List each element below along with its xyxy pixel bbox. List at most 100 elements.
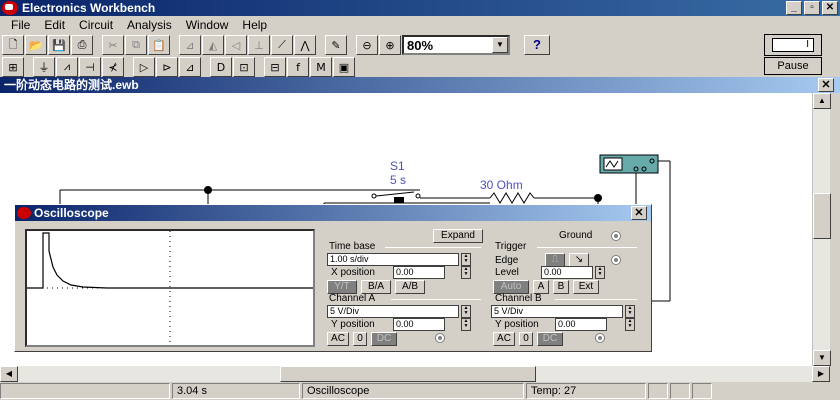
restore-button[interactable]: ▫ (804, 1, 820, 15)
menu-file[interactable]: File (4, 18, 37, 32)
channel-a-ypos-spinner[interactable]: ▲ ▼ (461, 318, 471, 331)
oscilloscope-close-button[interactable]: ✕ (631, 206, 647, 220)
level-spinner[interactable]: ▲ ▼ (595, 266, 605, 279)
logic-gates-bin-icon[interactable]: D (210, 57, 232, 77)
trigger-terminal[interactable] (611, 255, 621, 265)
chevron-down-icon[interactable]: ▼ (492, 37, 508, 53)
help-button[interactable]: ? (524, 35, 550, 55)
cut-icon[interactable]: ✂ (102, 35, 124, 55)
x-position-spinner[interactable]: ▲ ▼ (461, 266, 471, 279)
channel-b-ypos-spinner[interactable]: ▲ ▼ (625, 318, 635, 331)
scroll-down-icon[interactable]: ▼ (813, 350, 831, 366)
minimize-button[interactable]: _ (786, 1, 802, 15)
print-icon[interactable]: ⎙ (71, 35, 93, 55)
channel-b-terminal[interactable] (595, 333, 605, 343)
channel-a-scale-field[interactable]: 5 V/Div (327, 305, 459, 318)
menu-analysis[interactable]: Analysis (120, 18, 179, 32)
graph-icon[interactable]: ⋀ (294, 35, 316, 55)
resistor-30-ohm[interactable] (420, 192, 600, 204)
transistors-bin-icon[interactable]: ⊀ (102, 57, 124, 77)
rotate-icon[interactable]: ⊿ (179, 35, 201, 55)
flip-horizontal-icon[interactable]: ◭ (202, 35, 224, 55)
sources-bin-icon[interactable]: ⏚ (33, 57, 55, 77)
diodes-bin-icon[interactable]: ⊣ (79, 57, 101, 77)
timebase-spinner[interactable]: ▲ ▼ (461, 253, 471, 266)
zoom-out-icon[interactable]: ⊖ (356, 35, 378, 55)
copy-icon[interactable]: ⧉ (125, 35, 147, 55)
oscilloscope-dialog: Oscilloscope ✕ Expand Ground Time base 1… (14, 204, 652, 352)
open-folder-icon[interactable]: 📂 (25, 35, 47, 55)
scroll-left-icon[interactable]: ◀ (0, 366, 18, 382)
menu-edit[interactable]: Edit (37, 18, 72, 32)
oscilloscope-instrument-icon[interactable] (599, 154, 659, 174)
pause-button[interactable]: Pause (764, 57, 822, 75)
menu-circuit[interactable]: Circuit (72, 18, 120, 32)
new-file-icon[interactable]: 🗋 (2, 35, 24, 55)
switch-name-label: S1 (390, 159, 405, 173)
mode-ab-button[interactable]: A/B (395, 280, 425, 294)
horizontal-scroll-thumb[interactable] (280, 366, 536, 382)
save-icon[interactable]: 💾 (48, 35, 70, 55)
mode-ba-button[interactable]: B/A (361, 280, 391, 294)
miscellaneous-bin-icon[interactable]: M (310, 57, 332, 77)
oscilloscope-title-bar[interactable]: Oscilloscope ✕ (15, 205, 651, 221)
channel-b-dc-button[interactable]: DC (537, 332, 563, 346)
component-properties-icon[interactable]: ⊥ (248, 35, 270, 55)
vertical-scroll-thumb[interactable] (813, 193, 831, 239)
trigger-auto-button[interactable]: Auto (493, 280, 529, 294)
channel-b-ac-button[interactable]: AC (493, 332, 515, 346)
digital-ics-bin-icon[interactable]: ⊿ (179, 57, 201, 77)
scroll-right-icon[interactable]: ▶ (812, 366, 830, 382)
paste-icon[interactable]: 📋 (148, 35, 170, 55)
mixed-ics-bin-icon[interactable]: ⊳ (156, 57, 178, 77)
channel-a-ac-button[interactable]: AC (327, 332, 349, 346)
mode-yt-button[interactable]: Y/T (327, 280, 357, 294)
oscilloscope-screen (25, 229, 315, 347)
ewb-logo-icon (17, 207, 31, 219)
zoom-select[interactable]: 80% ▼ (402, 35, 510, 55)
x-position-field[interactable]: 0.00 (393, 266, 445, 279)
edge-falling-icon[interactable]: ↘ (569, 253, 589, 267)
indicators-bin-icon[interactable]: ⊟ (264, 57, 286, 77)
channel-a-ypos-field[interactable]: 0.00 (393, 318, 445, 331)
expand-button[interactable]: Expand (433, 229, 483, 243)
timebase-field[interactable]: 1.00 s/div (327, 253, 459, 266)
trigger-label: Trigger (495, 241, 527, 252)
channel-a-scale-spinner[interactable]: ▲ ▼ (461, 305, 471, 318)
flip-vertical-icon[interactable]: ◁ (225, 35, 247, 55)
channel-b-scale-field[interactable]: 5 V/Div (491, 305, 623, 318)
resistor-label: 30 Ohm (480, 178, 523, 192)
document-close-button[interactable]: ✕ (818, 78, 834, 92)
analog-ics-bin-icon[interactable]: ▷ (133, 57, 155, 77)
trigger-b-button[interactable]: B (553, 280, 569, 294)
basic-bin-icon[interactable]: ⩘ (56, 57, 78, 77)
horizontal-scrollbar[interactable]: ◀ ▶ (0, 366, 830, 382)
channel-a-ypos-label: Y position (331, 319, 375, 330)
channel-b-ypos-field[interactable]: 0.00 (555, 318, 607, 331)
create-subcircuit-icon[interactable]: ⟋ (271, 35, 293, 55)
power-switch[interactable]: I (764, 34, 822, 56)
menu-window[interactable]: Window (179, 18, 236, 32)
digital-bin-icon[interactable]: ⊡ (233, 57, 255, 77)
edge-rising-icon[interactable]: ⎍ (545, 253, 565, 267)
close-button[interactable]: ✕ (822, 1, 838, 15)
zoom-in-icon[interactable]: ⊕ (379, 35, 401, 55)
channel-a-zero-button[interactable]: 0 (353, 332, 367, 346)
status-bar: 3.04 s Oscilloscope Temp: 27 (0, 383, 840, 400)
vertical-scrollbar[interactable]: ▲ ▼ (812, 93, 831, 366)
trigger-a-button[interactable]: A (533, 280, 549, 294)
menu-help[interactable]: Help (235, 18, 274, 32)
channel-a-dc-button[interactable]: DC (371, 332, 397, 346)
switch-s1[interactable] (371, 191, 421, 203)
channel-b-scale-spinner[interactable]: ▲ ▼ (625, 305, 635, 318)
parts-bin-toggle-icon[interactable]: ⊞ (2, 57, 24, 77)
level-field[interactable]: 0.00 (541, 266, 593, 279)
ground-terminal[interactable] (611, 231, 621, 241)
controls-bin-icon[interactable]: f (287, 57, 309, 77)
trigger-ext-button[interactable]: Ext (573, 280, 599, 294)
description-icon[interactable]: ✎ (325, 35, 347, 55)
channel-a-terminal[interactable] (435, 333, 445, 343)
instruments-bin-icon[interactable]: ▣ (333, 57, 355, 77)
channel-b-zero-button[interactable]: 0 (519, 332, 533, 346)
scroll-up-icon[interactable]: ▲ (813, 93, 831, 109)
